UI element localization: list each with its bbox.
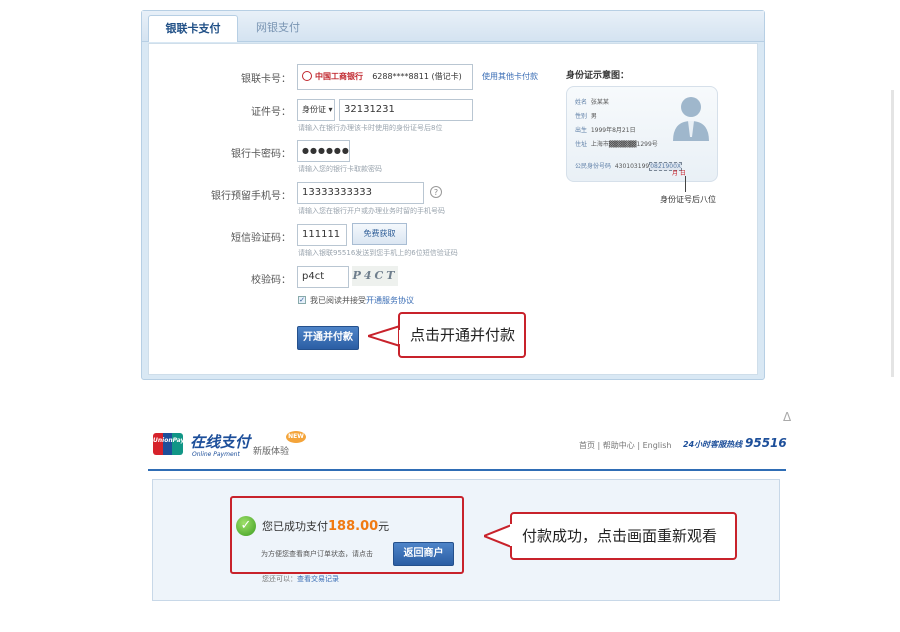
sms-code-label: 短信验证码： (231, 233, 291, 244)
captcha-input[interactable]: p4ct (297, 266, 349, 288)
success-message: 您已成功支付188.00元 (262, 518, 389, 534)
callout-pointer-cover-2 (510, 524, 514, 546)
id-row: 住址 上海市▓▓▓▓▓▓1299号 (575, 141, 658, 148)
id-row: 姓名 张某某 (575, 99, 609, 106)
sms-code-input[interactable]: 111111 (297, 224, 347, 246)
tab-bar: 银联卡支付 网银支付 (142, 11, 764, 42)
id-last8-caption: 身份证号后八位 (660, 195, 716, 204)
id-number-label: 证件号： (251, 107, 291, 118)
callout-payment-success: 付款成功，点击画面重新观看 (510, 512, 737, 560)
id-card-sample: 姓名 张某某 性别 男 出生 1999年8月21日 住址 上海市▓▓▓▓▓▓12… (566, 86, 718, 182)
close-icon[interactable]: ᐃ (783, 410, 791, 424)
id-sample-title: 身份证示意图： (566, 71, 630, 81)
icbc-logo-icon (302, 71, 312, 81)
callout-pointer-cover-1 (399, 330, 401, 344)
success-suffix: 元 (378, 520, 390, 533)
agreement-checkbox[interactable]: ✓ (298, 296, 306, 304)
brand-subtitle: Online Payment (192, 451, 240, 458)
new-badge: NEW (286, 431, 306, 443)
person-silhouette-icon (673, 97, 709, 141)
paid-amount: 188.00 (328, 519, 379, 534)
password-input[interactable]: ●●●●●● (297, 140, 350, 162)
brand-title: 在线支付 (190, 433, 251, 451)
card-number-field[interactable]: 中国工商银行 6288****8811 (借记卡) (297, 64, 473, 90)
captcha-image[interactable]: P4CT (352, 266, 398, 286)
id-row: 出生 1999年8月21日 (575, 127, 636, 134)
id-emblem-text: 月 日 (672, 170, 686, 177)
chevron-down-icon: ▾ (328, 105, 333, 114)
nav-english[interactable]: English (643, 441, 672, 450)
hotline-number: 95516 (745, 436, 787, 450)
phone-label: 银行预留手机号： (211, 191, 291, 202)
id-type-value: 身份证 (302, 105, 326, 114)
pointer-line (685, 176, 686, 192)
success-prefix: 您已成功支付 (262, 520, 328, 533)
header-divider (148, 469, 786, 471)
card-number-label: 银联卡号： (241, 74, 291, 85)
top-nav: 首页 | 帮助中心 | English (579, 441, 672, 450)
nav-home[interactable]: 首页 (579, 441, 595, 450)
sms-code-hint: 请输入银联95516发送到您手机上的6位短信验证码 (298, 249, 458, 257)
id-number-row: 公民身份号码 4301031990821900X (575, 162, 683, 171)
tab-online-banking[interactable]: 网银支付 (242, 15, 314, 41)
nav-help-center[interactable]: 帮助中心 (603, 441, 635, 450)
id-row: 性别 男 (575, 113, 597, 120)
use-other-card-link[interactable]: 使用其他卡付款 (482, 71, 538, 82)
phone-input[interactable]: 13333333333 (297, 182, 424, 204)
view-transactions-link[interactable]: 查看交易记录 (297, 575, 339, 583)
phone-hint: 请输入您在银行开户或办理业务时留的手机号码 (298, 207, 445, 215)
callout-open-and-pay: 点击开通并付款 (398, 312, 526, 358)
id-number-hint: 请输入在银行办理该卡时使用的身份证号后8位 (298, 124, 443, 132)
password-label: 银行卡密码： (231, 149, 291, 160)
return-to-merchant-button[interactable]: 返回商户 (393, 542, 454, 566)
also-label: 您还可以： (262, 575, 297, 583)
help-icon[interactable]: ? (430, 186, 442, 198)
tab-unionpay-card[interactable]: 银联卡支付 (148, 15, 238, 42)
agreement-label: 我已阅读并接受 (310, 296, 366, 305)
service-agreement-link[interactable]: 开通服务协议 (366, 296, 414, 305)
new-version-link[interactable]: 新版体验 (253, 444, 289, 457)
also-options: 您还可以：查看交易记录 (262, 574, 339, 584)
id-number-input[interactable]: 32131231 (339, 99, 473, 121)
hotline-label: 24小时客服热线 (683, 440, 743, 449)
password-hint: 请输入您的银行卡取款密码 (298, 165, 382, 173)
open-and-pay-button[interactable]: 开通并付款 (297, 326, 359, 350)
bank-name: 中国工商银行 (315, 72, 363, 81)
agreement-text: 我已阅读并接受开通服务协议 (310, 295, 414, 306)
card-number-value: 6288****8811 (借记卡) (372, 72, 462, 81)
scrollbar-edge (891, 90, 894, 377)
return-hint: 为方便您查看商户订单状态，请点击 (261, 550, 373, 558)
get-sms-code-button[interactable]: 免费获取 (352, 223, 407, 245)
id-type-select[interactable]: 身份证 ▾ (297, 99, 335, 121)
unionpay-logo: UnionPay (153, 433, 183, 455)
success-check-icon: ✓ (236, 516, 256, 536)
captcha-label: 校验码： (251, 275, 291, 286)
